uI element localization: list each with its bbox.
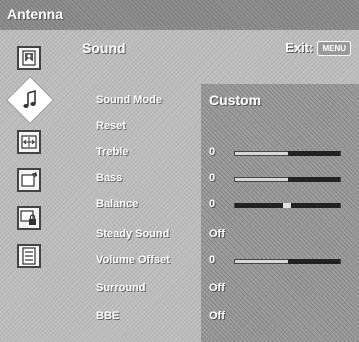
setting-row-steady-sound[interactable]: Steady Sound Off bbox=[96, 226, 356, 244]
balance-thumb[interactable] bbox=[283, 203, 292, 208]
balance-slider[interactable] bbox=[234, 203, 341, 208]
setting-row-bass[interactable]: Bass 0 bbox=[96, 170, 356, 188]
input-source-title: Antenna bbox=[7, 6, 63, 22]
menu-key-icon[interactable]: MENU bbox=[317, 41, 351, 56]
setup-icon[interactable] bbox=[17, 168, 41, 192]
setting-row-sound-mode[interactable]: Sound Mode Custom bbox=[96, 92, 356, 110]
setting-label: Volume Offset bbox=[96, 254, 170, 266]
setting-row-balance[interactable]: Balance 0 bbox=[96, 196, 356, 214]
setting-label: Sound Mode bbox=[96, 94, 162, 106]
lock-icon[interactable] bbox=[17, 206, 41, 230]
setting-value: Custom bbox=[209, 92, 262, 108]
volume-offset-slider[interactable] bbox=[234, 259, 341, 264]
setting-label: Surround bbox=[96, 282, 146, 294]
menu-header: Sound bbox=[82, 40, 126, 56]
setting-value: Off bbox=[209, 282, 225, 294]
exit-label: Exit: bbox=[285, 40, 314, 55]
setting-label: Steady Sound bbox=[96, 228, 170, 240]
setting-row-bbe[interactable]: BBE Off bbox=[96, 308, 356, 326]
setting-value: Off bbox=[209, 228, 225, 240]
setting-label: Bass bbox=[96, 172, 123, 184]
setting-value: 0 bbox=[209, 146, 216, 158]
picture-icon[interactable] bbox=[17, 46, 41, 70]
bass-slider[interactable] bbox=[234, 177, 341, 182]
exit-hint: Exit: MENU bbox=[285, 40, 351, 56]
slider-fill bbox=[287, 177, 340, 182]
setting-row-reset[interactable]: Reset bbox=[96, 118, 356, 136]
setting-row-surround[interactable]: Surround Off bbox=[96, 280, 356, 298]
setting-label: Reset bbox=[96, 120, 126, 132]
slider-fill bbox=[287, 151, 340, 156]
setting-label: BBE bbox=[96, 310, 120, 322]
screen-icon[interactable] bbox=[17, 130, 41, 154]
tv-menu-screen: Antenna Sound Exit: MENU Sound Mode Cust… bbox=[0, 0, 359, 342]
setting-label: Balance bbox=[96, 198, 139, 210]
setting-value: Off bbox=[209, 310, 225, 322]
slider-fill bbox=[287, 259, 340, 264]
setting-label: Treble bbox=[96, 146, 129, 158]
top-bar: Antenna bbox=[0, 0, 359, 30]
setting-value: 0 bbox=[209, 254, 216, 266]
sound-icon[interactable] bbox=[7, 77, 53, 123]
treble-slider[interactable] bbox=[234, 151, 341, 156]
setting-value: 0 bbox=[209, 172, 216, 184]
menu-icon-rail bbox=[0, 30, 72, 342]
setting-row-treble[interactable]: Treble 0 bbox=[96, 144, 356, 162]
channel-list-icon[interactable] bbox=[17, 244, 41, 268]
setting-value: 0 bbox=[209, 198, 216, 210]
setting-row-volume-offset[interactable]: Volume Offset 0 bbox=[96, 252, 356, 270]
